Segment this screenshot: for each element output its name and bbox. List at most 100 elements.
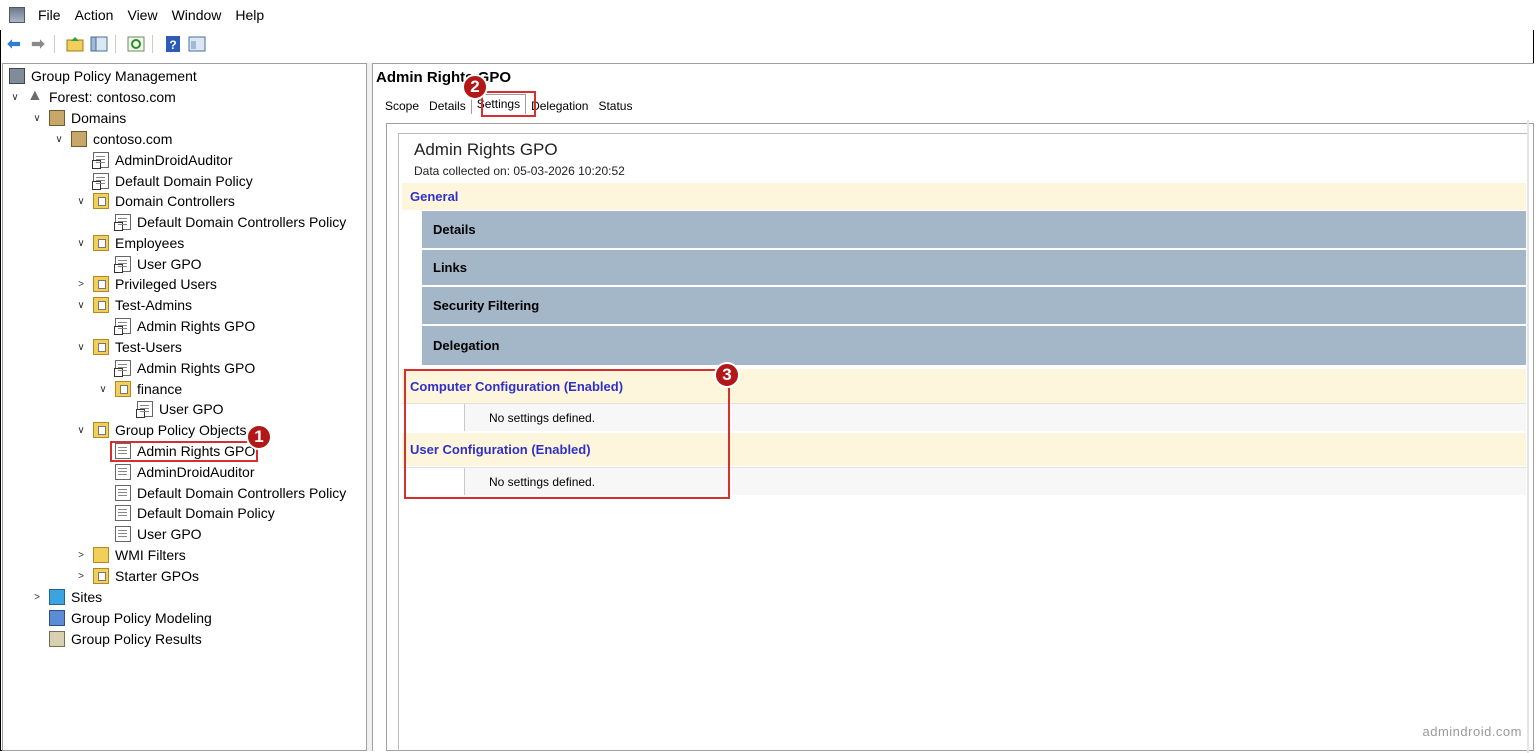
tree-item-gpo-link[interactable]: Default Domain Controllers Policy [114, 212, 347, 232]
up-folder-icon[interactable] [65, 34, 85, 54]
tree-label: Default Domain Controllers Policy [137, 485, 347, 501]
gpo-container-icon [93, 422, 109, 438]
chevron-down-icon[interactable]: ∨ [9, 92, 21, 103]
tree-item-employees-ou[interactable]: ∨ Employees [75, 233, 184, 253]
chevron-right-icon[interactable]: > [75, 550, 87, 561]
tree-item-gpo[interactable]: Default Domain Policy [115, 503, 275, 523]
gpo-title: Admin Rights GPO [376, 69, 511, 86]
step-badge-3: 3 [714, 362, 740, 388]
menu-action[interactable]: Action [68, 0, 121, 30]
menu-file[interactable]: File [31, 0, 68, 30]
subsection-details[interactable]: Details [422, 211, 1526, 249]
ou-folder-icon [93, 276, 109, 292]
svg-text:?: ? [169, 38, 176, 52]
tree-item-forest[interactable]: ∨ Forest: contoso.com [9, 87, 176, 107]
forest-icon [27, 87, 43, 105]
tree-item-group-policy-management[interactable]: Group Policy Management [9, 66, 197, 86]
menu-help[interactable]: Help [228, 0, 271, 30]
toolbar: ⬅ ➡ ? [0, 30, 1534, 58]
toolbar-separator [152, 35, 153, 53]
refresh-icon[interactable] [126, 34, 146, 54]
subsection-delegation[interactable]: Delegation [422, 326, 1526, 366]
chevron-down-icon[interactable]: ∨ [31, 113, 43, 124]
ou-folder-icon [115, 381, 131, 397]
tree-label: Domains [71, 110, 127, 126]
tree-item-gpo-link[interactable]: Default Domain Policy [92, 171, 253, 191]
gpo-icon [115, 526, 131, 542]
chevron-right-icon[interactable]: > [75, 571, 87, 582]
tree-item-contoso-domain[interactable]: ∨ contoso.com [53, 129, 172, 149]
chevron-down-icon[interactable]: ∨ [53, 134, 65, 145]
tree-item-domain-controllers-ou[interactable]: ∨ Domain Controllers [75, 191, 235, 211]
chevron-down-icon[interactable]: ∨ [97, 384, 109, 395]
chevron-down-icon[interactable]: ∨ [75, 425, 87, 436]
tree-item-gpo-link[interactable]: User GPO [136, 399, 224, 419]
forward-arrow-icon[interactable]: ➡ [28, 34, 48, 54]
tree-item-finance-ou[interactable]: ∨ finance [97, 379, 182, 399]
tree-item-gpo[interactable]: AdminDroidAuditor [115, 462, 255, 482]
ou-folder-icon [93, 297, 109, 313]
tree-item-gpo[interactable]: Default Domain Controllers Policy [115, 483, 346, 503]
tree-label: User GPO [159, 401, 224, 417]
tree-label: AdminDroidAuditor [115, 152, 233, 168]
chevron-right-icon[interactable]: > [31, 592, 43, 603]
back-arrow-icon[interactable]: ⬅ [4, 34, 24, 54]
tree-item-privileged-users-ou[interactable]: > Privileged Users [75, 274, 217, 294]
right-edge [1527, 120, 1529, 753]
show-hide-tree-icon[interactable] [89, 34, 109, 54]
menu-window[interactable]: Window [165, 0, 229, 30]
tree-label: Default Domain Controllers Policy [137, 214, 347, 230]
tree-item-gpo-link[interactable]: Admin Rights GPO [114, 316, 256, 336]
tree-item-starter-gpos[interactable]: > Starter GPOs [75, 566, 199, 586]
tree-label: AdminDroidAuditor [137, 464, 255, 480]
subsection-links[interactable]: Links [422, 250, 1526, 286]
properties-icon[interactable] [187, 34, 207, 54]
tree-item-test-admins-ou[interactable]: ∨ Test-Admins [75, 295, 192, 315]
tree-label: Starter GPOs [115, 568, 200, 584]
tree-label: Sites [71, 589, 103, 605]
tree-item-gpo-link[interactable]: Admin Rights GPO [114, 358, 255, 378]
tab-status[interactable]: Status [593, 97, 637, 116]
domain-icon [71, 131, 87, 147]
tree-label: WMI Filters [115, 547, 186, 563]
sites-icon [49, 589, 65, 605]
tree-label: Domain Controllers [115, 193, 235, 209]
tree-item-group-policy-results[interactable]: Group Policy Results [49, 629, 202, 649]
tree-item-group-policy-objects[interactable]: ∨ Group Policy Objects [75, 420, 247, 440]
ou-folder-icon [93, 339, 109, 355]
tree-item-test-users-ou[interactable]: ∨ Test-Users [75, 337, 182, 357]
gpo-icon [115, 485, 131, 501]
help-icon[interactable]: ? [163, 34, 183, 54]
settings-tab-highlight [481, 91, 536, 117]
tree-item-gpo-link[interactable]: User GPO [114, 254, 202, 274]
domains-icon [49, 110, 65, 126]
gpo-icon [115, 464, 131, 480]
tab-details[interactable]: Details [424, 97, 471, 116]
chevron-down-icon[interactable]: ∨ [75, 238, 87, 249]
section-general[interactable]: General [402, 183, 1526, 210]
tree-item-domains[interactable]: ∨ Domains [31, 108, 126, 128]
ou-folder-icon [93, 193, 109, 209]
tree-item-gpo[interactable]: User GPO [115, 524, 202, 544]
tab-scope[interactable]: Scope [380, 97, 424, 116]
gpo-link-icon [92, 152, 109, 169]
tree-label: User GPO [137, 256, 202, 272]
tab-delegation[interactable]: Delegation [526, 97, 593, 116]
subsection-security-filtering[interactable]: Security Filtering [422, 287, 1526, 325]
wmi-filters-icon [93, 547, 109, 563]
tree-item-gpo-link[interactable]: AdminDroidAuditor [92, 150, 233, 170]
tree-item-wmi-filters[interactable]: > WMI Filters [75, 545, 186, 565]
chevron-down-icon[interactable]: ∨ [75, 342, 87, 353]
gpo-link-icon [114, 256, 131, 273]
chevron-down-icon[interactable]: ∨ [75, 196, 87, 207]
menu-view[interactable]: View [120, 0, 164, 30]
selected-gpo-highlight [110, 441, 258, 462]
tree-label: Test-Users [115, 339, 182, 355]
tree-label: Employees [115, 235, 185, 251]
chevron-right-icon[interactable]: > [75, 279, 87, 290]
tree-item-sites[interactable]: > Sites [31, 587, 102, 607]
tree-label: Group Policy Objects [115, 422, 247, 438]
tree-item-group-policy-modeling[interactable]: Group Policy Modeling [49, 608, 212, 628]
tree-label: Admin Rights GPO [137, 318, 256, 334]
chevron-down-icon[interactable]: ∨ [75, 300, 87, 311]
